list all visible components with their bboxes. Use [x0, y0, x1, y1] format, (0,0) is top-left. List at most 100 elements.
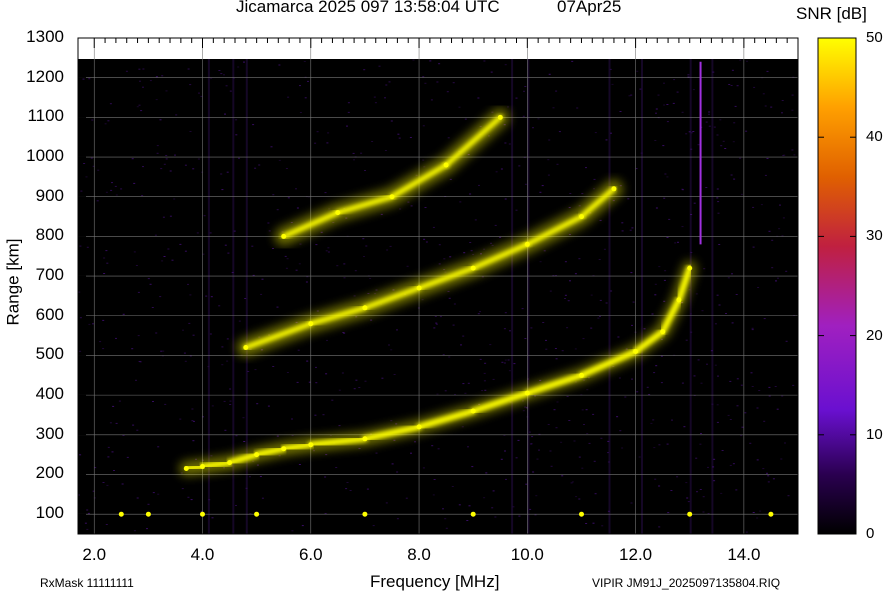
noise-speck — [547, 174, 550, 176]
noise-speck — [314, 142, 317, 144]
noise-speck — [462, 383, 465, 385]
noise-speck — [303, 61, 306, 62]
y-tick-label: 1000 — [26, 146, 64, 166]
noise-speck — [126, 456, 129, 458]
noise-speck — [86, 509, 89, 511]
noise-speck — [111, 182, 113, 184]
noise-speck — [103, 273, 106, 274]
trace-point — [676, 297, 682, 303]
noise-speck — [671, 419, 673, 421]
noise-speck — [196, 232, 199, 234]
noise-speck — [592, 413, 595, 415]
noise-speck — [296, 381, 299, 383]
noise-speck — [714, 323, 717, 325]
noise-speck — [700, 433, 702, 434]
noise-speck — [660, 355, 663, 357]
noise-speck — [135, 379, 137, 381]
noise-speck — [374, 293, 377, 295]
noise-speck — [299, 243, 302, 245]
noise-speck — [663, 197, 666, 199]
x-tick-label: 10.0 — [510, 545, 544, 564]
noise-speck — [729, 464, 732, 466]
noise-speck — [599, 219, 602, 221]
noise-speck — [149, 80, 152, 82]
noise-speck — [122, 313, 125, 315]
x-tick-label: 2.0 — [82, 545, 107, 564]
noise-speck — [221, 189, 224, 191]
noise-speck — [732, 141, 735, 143]
noise-speck — [549, 450, 552, 452]
noise-speck — [343, 263, 346, 265]
noise-speck — [353, 295, 356, 297]
noise-speck — [727, 414, 730, 416]
noise-speck — [770, 106, 773, 108]
noise-speck — [598, 259, 601, 260]
noise-speck — [122, 435, 125, 436]
trace-point — [200, 464, 205, 469]
noise-speck — [463, 252, 466, 254]
noise-speck — [518, 165, 521, 167]
noise-speck — [504, 450, 506, 452]
noise-speck — [683, 426, 686, 428]
noise-speck — [673, 79, 676, 81]
noise-speck — [658, 526, 661, 528]
noise-speck — [751, 327, 754, 329]
trace-point — [687, 511, 693, 517]
noise-speck — [762, 468, 765, 470]
noise-speck — [724, 148, 727, 149]
noise-speck — [764, 105, 767, 107]
noise-speck — [260, 293, 263, 295]
noise-speck — [781, 100, 784, 101]
noise-speck — [535, 495, 538, 497]
noise-speck — [504, 142, 507, 144]
noise-speck — [173, 198, 176, 200]
noise-speck — [254, 369, 257, 371]
noise-speck — [235, 134, 238, 136]
noise-speck — [327, 132, 330, 134]
noise-speck — [740, 384, 743, 386]
noise-speck — [102, 482, 105, 483]
noise-speck — [171, 259, 174, 261]
noise-speck — [504, 312, 507, 314]
noise-speck — [448, 356, 451, 358]
noise-speck — [705, 187, 708, 188]
noise-speck — [735, 489, 738, 491]
noise-speck — [654, 283, 657, 285]
noise-speck — [272, 366, 275, 367]
noise-speck — [422, 159, 425, 161]
noise-speck — [524, 406, 527, 408]
noise-speck — [167, 248, 170, 250]
noise-speck — [594, 132, 597, 134]
noise-speck — [681, 226, 684, 228]
noise-speck — [474, 219, 477, 221]
noise-speck — [174, 154, 176, 156]
noise-speck — [697, 359, 700, 361]
noise-speck — [483, 372, 486, 374]
noise-speck — [435, 323, 438, 325]
noise-speck — [716, 188, 719, 190]
noise-speck — [532, 471, 535, 473]
noise-speck — [352, 152, 355, 154]
noise-speck — [663, 300, 666, 302]
x-tick-label: 12.0 — [619, 545, 653, 564]
noise-speck — [681, 189, 684, 191]
noise-speck — [543, 250, 546, 252]
noise-speck — [138, 104, 141, 106]
noise-speck — [666, 237, 669, 238]
noise-speck — [91, 119, 94, 121]
noise-speck — [197, 158, 200, 160]
noise-speck — [699, 443, 702, 445]
noise-speck — [363, 256, 365, 257]
noise-speck — [479, 311, 481, 313]
noise-speck — [677, 241, 679, 243]
noise-speck — [621, 222, 624, 224]
noise-speck — [707, 466, 709, 468]
noise-speck — [585, 409, 588, 411]
noise-speck — [375, 452, 378, 454]
noise-speck — [432, 494, 435, 496]
noise-speck — [525, 483, 528, 485]
noise-speck — [115, 194, 118, 196]
noise-speck — [571, 60, 574, 62]
noise-speck — [424, 207, 427, 208]
noise-speck — [718, 304, 721, 306]
